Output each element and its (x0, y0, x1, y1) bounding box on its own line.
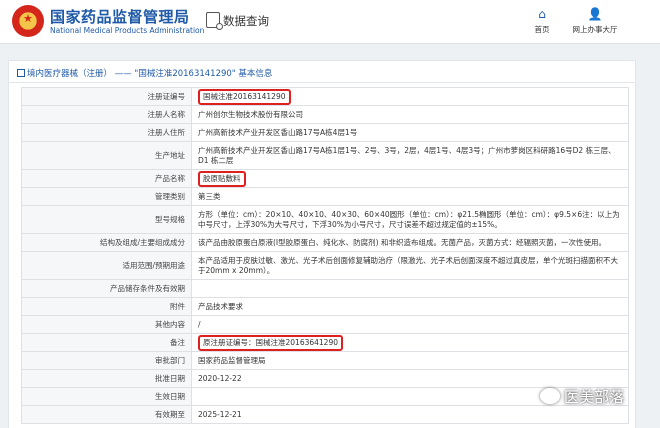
row-value-cell: 广州高新技术产业开发区香山路17号A栋4层1号 (191, 123, 629, 142)
row-label: 注册证编号 (21, 87, 192, 106)
table-row: 产品储存条件及有效期 (21, 279, 629, 298)
national-emblem-icon: ★ (12, 5, 44, 37)
nav-home-label: 首页 (534, 25, 550, 34)
row-value: 2020-12-22 (198, 373, 242, 383)
row-value-cell: 原注册证编号：国械注准20163641290 (191, 333, 629, 352)
row-label: 生效日期 (21, 387, 192, 406)
table-row: 其他内容 / (21, 315, 629, 334)
row-label: 管理类别 (21, 187, 192, 206)
site-title[interactable]: 国家药品监督管理局 (50, 6, 190, 27)
row-value: 第三类 (198, 191, 221, 201)
device-info-table: 注册证编号 国械注准20163141290 注册人名称 广州创尔生物技术股份有限公司注… (21, 87, 629, 424)
row-value: 国家药品监督管理局 (198, 355, 266, 365)
row-label: 注册人名称 (21, 105, 192, 124)
row-value: 该产品由胶原蛋白原液(I型胶原蛋白、纯化水、防腐剂) 和非织造布组成。无菌产品，… (198, 237, 606, 247)
nav-online-service-hall[interactable]: 👤 网上办事大厅 (567, 7, 623, 35)
row-value: / (198, 319, 201, 329)
wechat-icon (540, 388, 560, 404)
table-row: 批准日期 2020-12-22 (21, 369, 629, 388)
row-label: 适用范围/预期用途 (21, 251, 192, 280)
data-query-link[interactable]: 数据查询 (206, 12, 269, 30)
site-header: ★ 国家药品监督管理局 National Medical Products Ad… (0, 0, 660, 44)
row-value: 方形（单位：cm）：20×10、40×10、40×30、60×40圆形（单位：c… (198, 209, 620, 229)
row-value: 2025-12-21 (198, 409, 242, 419)
highlighted-value: 国械注准20163141290 (198, 88, 291, 105)
row-value-cell: 广州创尔生物技术股份有限公司 (191, 105, 629, 124)
row-value-cell: 第三类 (191, 187, 629, 206)
row-label: 产品名称 (21, 169, 192, 188)
row-value-cell: 本产品适用于皮肤过敏、激光、光子术后创面修复辅助治疗（限激光、光子术后创面深度不… (191, 251, 629, 280)
row-value-cell (191, 279, 629, 298)
row-value: 本产品适用于皮肤过敏、激光、光子术后创面修复辅助治疗（限激光、光子术后创面深度不… (198, 255, 618, 275)
nav-home[interactable]: ⌂ 首页 (527, 7, 557, 35)
user-icon: 👤 (587, 7, 603, 21)
nav-hall-label: 网上办事大厅 (572, 25, 618, 34)
panel-heading: 境内医疗器械（注册） —— "国械注准20163141290" 基本信息 (9, 61, 635, 83)
row-label: 其他内容 (21, 315, 192, 334)
row-value-cell: 2025-12-21 (191, 405, 629, 424)
row-label: 型号规格 (21, 205, 192, 234)
table-row: 结构及组成/主要组成成分 该产品由胶原蛋白原液(I型胶原蛋白、纯化水、防腐剂) 和… (21, 233, 629, 252)
site-subtitle: National Medical Products Administration (50, 26, 205, 35)
table-row: 生产地址 广州高新技术产业开发区香山路17号A栋1层1号、2号、3号，2层，4层1… (21, 141, 629, 170)
row-label: 结构及组成/主要组成成分 (21, 233, 192, 252)
search-document-icon (206, 12, 223, 30)
data-query-label: 数据查询 (223, 14, 269, 28)
row-value-cell: 国械注准20163141290 (191, 87, 629, 106)
row-label: 附件 (21, 297, 192, 316)
table-row: 备注 原注册证编号：国械注准20163641290 (21, 333, 629, 352)
table-row: 有效期至 2025-12-21 (21, 405, 629, 424)
row-value-cell: / (191, 315, 629, 334)
row-value: 产品技术要求 (198, 301, 243, 311)
document-icon (17, 69, 25, 77)
row-label: 有效期至 (21, 405, 192, 424)
row-value-cell: 产品技术要求 (191, 297, 629, 316)
row-label: 生产地址 (21, 141, 192, 170)
table-row: 管理类别 第三类 (21, 187, 629, 206)
row-value: 广州高新技术产业开发区香山路17号A栋1层1号、2号、3号，2层，4层1号、4层… (198, 145, 616, 165)
detail-panel: 境内医疗器械（注册） —— "国械注准20163141290" 基本信息 注册证… (8, 60, 636, 428)
table-row: 适用范围/预期用途 本产品适用于皮肤过敏、激光、光子术后创面修复辅助治疗（限激光、… (21, 251, 629, 280)
table-row: 型号规格 方形（单位：cm）：20×10、40×10、40×30、60×40圆形（… (21, 205, 629, 234)
row-label: 批准日期 (21, 369, 192, 388)
row-value-cell: 广州高新技术产业开发区香山路17号A栋1层1号、2号、3号，2层，4层1号、4层… (191, 141, 629, 170)
table-row: 注册人住所 广州高新技术产业开发区香山路17号A栋4层1号 (21, 123, 629, 142)
row-label: 产品储存条件及有效期 (21, 279, 192, 298)
row-value: 广州创尔生物技术股份有限公司 (198, 109, 303, 119)
table-row: 注册证编号 国械注准20163141290 (21, 87, 629, 106)
row-value-cell: 该产品由胶原蛋白原液(I型胶原蛋白、纯化水、防腐剂) 和非织造布组成。无菌产品，… (191, 233, 629, 252)
home-icon: ⌂ (538, 7, 546, 21)
highlighted-value: 原注册证编号：国械注准20163641290 (198, 334, 343, 351)
row-value-cell: 国家药品监督管理局 (191, 351, 629, 370)
row-value-cell: 2020-12-22 (191, 369, 629, 388)
highlighted-value: 胶原贴敷料 (198, 170, 246, 187)
watermark-text: 医美部落 (564, 388, 625, 406)
table-row: 注册人名称 广州创尔生物技术股份有限公司 (21, 105, 629, 124)
row-label: 审批部门 (21, 351, 192, 370)
table-row: 生效日期 (21, 387, 629, 406)
table-row: 产品名称 胶原贴敷料 (21, 169, 629, 188)
row-value-cell: 胶原贴敷料 (191, 169, 629, 188)
table-row: 审批部门 国家药品监督管理局 (21, 351, 629, 370)
row-label: 备注 (21, 333, 192, 352)
panel-heading-text: 境内医疗器械（注册） —— "国械注准20163141290" 基本信息 (27, 69, 273, 79)
row-value-cell: 方形（单位：cm）：20×10、40×10、40×30、60×40圆形（单位：c… (191, 205, 629, 234)
watermark: 医美部落 (540, 386, 624, 407)
row-label: 注册人住所 (21, 123, 192, 142)
table-row: 附件 产品技术要求 (21, 297, 629, 316)
row-value: 广州高新技术产业开发区香山路17号A栋4层1号 (198, 127, 358, 137)
